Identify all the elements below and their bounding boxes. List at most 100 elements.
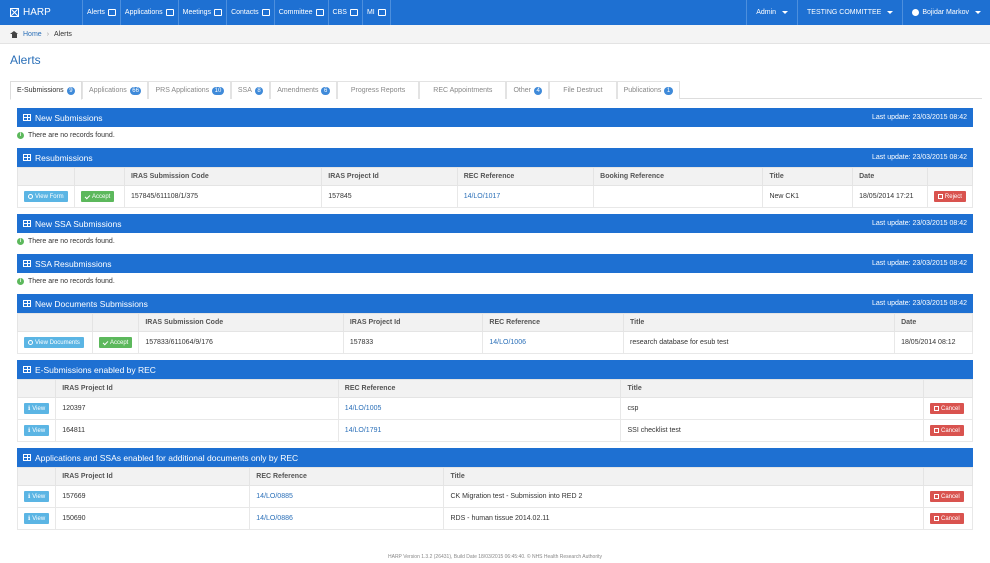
info-icon: ℹ <box>28 494 31 500</box>
resubmissions-table: IRAS Submission Code IRAS Project Id REC… <box>17 167 973 208</box>
cancel-button[interactable]: Cancel <box>929 491 964 502</box>
cancel-button[interactable]: Cancel <box>930 425 964 436</box>
rec-reference-link[interactable]: 14/LO/1791 <box>345 427 382 434</box>
nav-right: Admin TESTING COMMITTEE Bojidar Markov <box>746 0 990 25</box>
check-icon <box>102 339 109 345</box>
trash-icon <box>937 194 943 199</box>
view-button[interactable]: ℹ View <box>24 403 50 414</box>
brand-name: HARP <box>23 7 51 18</box>
tab-prs-applications[interactable]: PRS Applications 10 <box>148 81 231 99</box>
trash-icon <box>934 406 939 411</box>
cancel-button[interactable]: Cancel <box>930 403 964 414</box>
panel-header: New Documents Submissions Last update: 2… <box>17 294 973 313</box>
table-header-row: IRAS Project Id REC Reference Title <box>17 467 973 486</box>
view-button[interactable]: ℹ View <box>24 425 50 436</box>
panel-new-documents-submissions: New Documents Submissions Last update: 2… <box>17 294 973 354</box>
reject-button[interactable]: Reject <box>933 191 966 202</box>
user-menu[interactable]: Bojidar Markov <box>902 0 990 25</box>
info-icon: i <box>17 277 24 285</box>
rec-reference-link[interactable]: 14/LO/1005 <box>345 405 382 412</box>
tab-file-destruct[interactable]: File Destruct <box>549 81 617 99</box>
home-icon <box>10 30 18 38</box>
info-icon: i <box>17 237 24 245</box>
last-update: Last update: 23/03/2015 08:42 <box>872 114 967 121</box>
brand[interactable]: HARP <box>0 0 82 25</box>
table-row: ℹ View 157669 14/LO/0885 CK Migration tes… <box>17 485 973 508</box>
no-records-message: i There are no records found. <box>17 127 973 142</box>
tab-progress-reports[interactable]: Progress Reports <box>336 81 420 99</box>
accept-button[interactable]: Accept <box>80 191 115 202</box>
panel-header: Applications and SSAs enabled for additi… <box>17 448 973 467</box>
count-badge: 1 <box>664 86 673 95</box>
breadcrumb-home[interactable]: Home <box>23 31 42 38</box>
nav-applications[interactable]: Applications <box>119 0 178 25</box>
breadcrumb-current: Alerts <box>54 30 72 38</box>
tab-amendments[interactable]: Amendments 6 <box>270 81 337 99</box>
panel-esubmissions-enabled-by-rec: E-Submissions enabled by REC IRAS Projec… <box>17 360 973 442</box>
table-icon <box>23 220 31 227</box>
panel-header: E-Submissions enabled by REC <box>17 360 973 379</box>
view-button[interactable]: ℹ View <box>24 513 50 524</box>
table-header-row: IRAS Submission Code IRAS Project Id REC… <box>17 167 973 186</box>
no-records-message: i There are no records found. <box>17 273 973 288</box>
check-icon <box>84 193 91 199</box>
eye-icon <box>28 194 33 199</box>
cancel-button[interactable]: Cancel <box>929 513 964 524</box>
tab-applications[interactable]: Applications 66 <box>82 81 149 99</box>
table-header-row: IRAS Project Id REC Reference Title <box>17 379 973 398</box>
view-documents-button[interactable]: View Documents <box>24 337 84 348</box>
last-update: Last update: 23/03/2015 08:42 <box>872 154 967 161</box>
trash-icon <box>934 428 939 433</box>
view-form-button[interactable]: View Form <box>24 191 68 202</box>
rec-reference-link[interactable]: 14/LO/0885 <box>256 493 293 500</box>
tab-e-submissions[interactable]: E-Submissions 9 <box>10 81 83 100</box>
table-row: View Documents Accept 157833/611064/9/17… <box>17 331 973 354</box>
chart-icon <box>377 9 386 16</box>
tab-ssa[interactable]: SSA 8 <box>230 81 271 99</box>
breadcrumb-separator: › <box>46 30 50 38</box>
accept-button[interactable]: Accept <box>98 337 133 348</box>
tab-other[interactable]: Other 4 <box>506 81 550 99</box>
panel-header: New SSA Submissions Last update: 23/03/2… <box>17 214 973 233</box>
rec-reference-link[interactable]: 14/LO/1006 <box>489 339 526 346</box>
no-records-message: i There are no records found. <box>17 233 973 248</box>
nav-cbs[interactable]: CBS <box>327 0 362 25</box>
count-badge: 8 <box>254 86 264 95</box>
count-badge: 6 <box>321 86 330 95</box>
panel-ssa-resubmissions: SSA Resubmissions Last update: 23/03/201… <box>17 254 973 288</box>
last-update: Last update: 23/03/2015 08:42 <box>872 300 967 307</box>
table-icon <box>23 154 31 161</box>
tab-rec-appointments[interactable]: REC Appointments <box>419 81 507 99</box>
trash-icon <box>933 494 939 499</box>
breadcrumb: Home › Alerts <box>0 25 990 44</box>
count-badge: 4 <box>533 86 543 95</box>
nav-contacts[interactable]: Contacts <box>226 0 274 25</box>
eye-icon <box>28 340 33 345</box>
nav-meetings[interactable]: Meetings <box>177 0 226 25</box>
view-button[interactable]: ℹ View <box>24 491 50 502</box>
last-update: Last update: 23/03/2015 08:42 <box>872 260 967 267</box>
rec-reference-link[interactable]: 14/LO/0886 <box>256 515 293 522</box>
table-icon <box>23 114 31 121</box>
table-header-row: IRAS Submission Code IRAS Project Id REC… <box>17 313 973 332</box>
committee-menu[interactable]: TESTING COMMITTEE <box>797 0 902 25</box>
table-row: ℹ View 150690 14/LO/0886 RDS - human tiss… <box>17 507 973 530</box>
user-icon <box>912 9 920 16</box>
nav-alerts[interactable]: Alerts <box>82 0 120 25</box>
footer: HARP Version 1.3.2 (26431), Build Date 1… <box>388 554 602 560</box>
last-update: Last update: 23/03/2015 08:42 <box>872 220 967 227</box>
additional-documents-table: IRAS Project Id REC Reference Title ℹ Vie… <box>17 467 973 530</box>
book-icon <box>261 9 270 16</box>
table-icon <box>23 260 31 267</box>
top-navbar: HARP Alerts Applications Meetings Contac… <box>0 0 990 25</box>
table-row: View Form Accept 157845/611108/1/375 157… <box>17 185 973 208</box>
nav-mi[interactable]: MI <box>361 0 391 25</box>
rec-reference-link[interactable]: 14/LO/1017 <box>464 193 501 200</box>
caret-down-icon <box>782 11 789 14</box>
tab-publications[interactable]: Publications 1 <box>616 81 680 99</box>
nav-committee[interactable]: Committee <box>273 0 328 25</box>
info-icon: ℹ <box>28 406 31 412</box>
page-title: Alerts <box>10 53 41 67</box>
info-icon: ℹ <box>28 516 31 522</box>
admin-menu[interactable]: Admin <box>746 0 797 25</box>
